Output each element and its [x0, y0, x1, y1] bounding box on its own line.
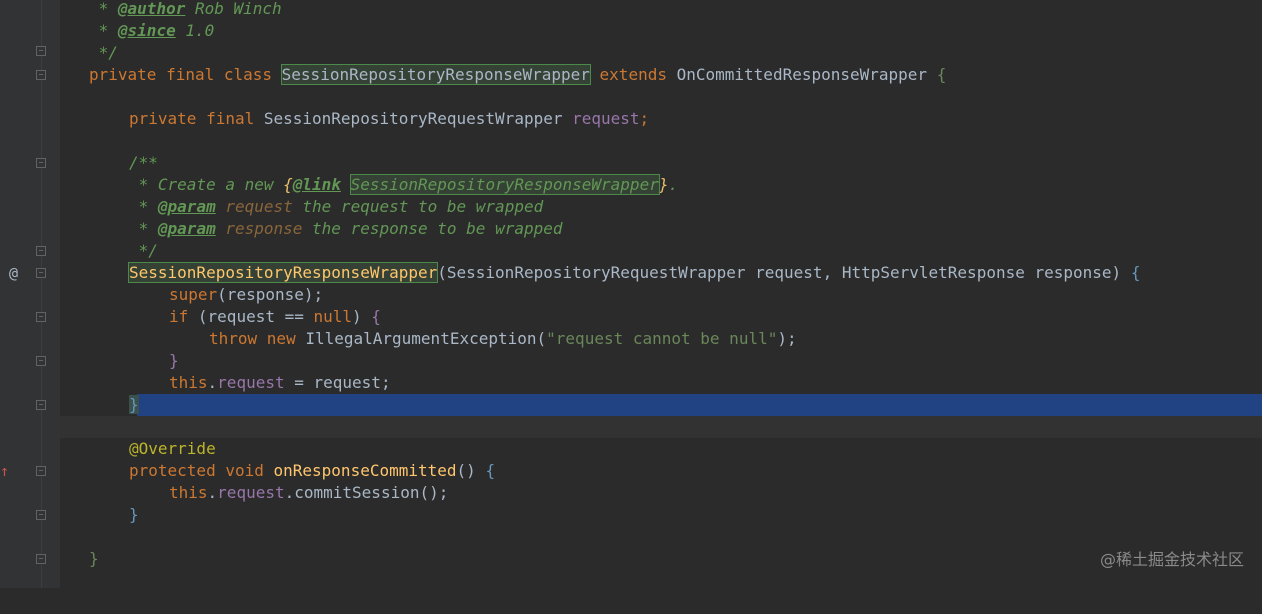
semicolon: ; — [639, 109, 650, 128]
doc-comment: * — [89, 0, 118, 18]
doc-param-tag: @param — [157, 197, 216, 216]
doc-comment: 1.0 — [175, 21, 215, 40]
class-name[interactable]: IllegalArgumentException — [305, 329, 536, 348]
annotation: @Override — [129, 439, 216, 458]
code-editor[interactable]: @ ↑ * @author Rob Winch * @since 1.0 */ … — [0, 0, 1262, 588]
keyword: throw new — [209, 329, 306, 348]
doc-comment: * Create a new — [129, 175, 284, 194]
brace: } — [89, 549, 99, 568]
watermark: @稀土掘金技术社区 — [1099, 550, 1244, 569]
keyword: private final class — [89, 65, 282, 84]
class-name-highlight[interactable]: SessionRepositoryResponseWrapper — [280, 64, 591, 85]
doc-comment: */ — [129, 241, 158, 260]
code-line: private final class SessionRepositoryRes… — [0, 64, 1262, 86]
code-line: @Override — [0, 438, 1262, 460]
keyword: this — [169, 483, 208, 502]
doc-comment — [341, 175, 351, 194]
code-line: this.request = request; — [0, 372, 1262, 394]
keyword: if — [169, 307, 198, 326]
brace: } — [129, 505, 139, 524]
base-class[interactable]: OnCommittedResponseWrapper — [677, 65, 937, 84]
code-line: * @param response the response to be wra… — [0, 218, 1262, 240]
doc-comment: * — [129, 219, 158, 238]
code-line: protected void onResponseCommitted() { — [0, 460, 1262, 482]
code-line: } — [0, 548, 1262, 570]
constructor-name[interactable]: SessionRepositoryResponseWrapper — [127, 262, 439, 283]
code-line: private final SessionRepositoryRequestWr… — [0, 108, 1262, 130]
doc-comment: . — [668, 175, 679, 194]
code-line: SessionRepositoryResponseWrapper(Session… — [0, 262, 1262, 284]
doc-comment: the request to be wrapped — [292, 197, 544, 216]
code-line: * @param request the request to be wrapp… — [0, 196, 1262, 218]
code-text: (response); — [217, 285, 324, 304]
keyword: private final — [129, 109, 264, 128]
field-name[interactable]: request — [572, 109, 639, 128]
constructor-params: (SessionRepositoryRequestWrapper request… — [437, 263, 1131, 282]
brace: } — [169, 351, 179, 370]
code-text: ) — [352, 307, 372, 326]
code-line: } — [0, 504, 1262, 526]
field-name[interactable]: request — [217, 373, 284, 392]
doc-link-reference[interactable]: SessionRepositoryResponseWrapper — [349, 174, 660, 195]
doc-comment: */ — [89, 43, 118, 62]
keyword: super — [169, 285, 218, 304]
doc-tag: @since — [117, 21, 176, 40]
brace: { — [371, 307, 381, 326]
doc-comment: * — [129, 197, 158, 216]
keyword: null — [313, 307, 353, 326]
code-line: * Create a new {@link SessionRepositoryR… — [0, 174, 1262, 196]
doc-param-name: request — [215, 197, 293, 216]
code-line: this.request.commitSession(); — [0, 482, 1262, 504]
code-line: * @since 1.0 — [0, 20, 1262, 42]
doc-tag: @author — [117, 0, 186, 18]
code-text: = request; — [284, 373, 391, 392]
string-literal: "request cannot be null" — [546, 329, 778, 348]
code-text: () — [456, 461, 486, 480]
type-name[interactable]: SessionRepositoryRequestWrapper — [264, 109, 572, 128]
code-text: . — [207, 483, 218, 502]
doc-comment: Rob Winch — [185, 0, 282, 18]
code-text: (request == — [197, 307, 314, 326]
code-text: . — [207, 373, 218, 392]
doc-comment: * — [89, 21, 118, 40]
code-line: */ — [0, 240, 1262, 262]
doc-brace: { — [283, 175, 293, 194]
code-line: super(response); — [0, 284, 1262, 306]
brace: { — [485, 461, 496, 480]
brace: { — [936, 65, 947, 84]
code-line: /** — [0, 152, 1262, 174]
method-name[interactable]: onResponseCommitted — [274, 461, 457, 480]
doc-link-tag: @link — [292, 175, 341, 194]
doc-comment: /** — [129, 153, 158, 172]
brace: } — [129, 395, 139, 414]
brace: { — [1130, 263, 1141, 282]
keyword: this — [169, 373, 208, 392]
code-area[interactable]: * @author Rob Winch * @since 1.0 */ priv… — [0, 0, 1262, 588]
doc-param-name: response — [215, 219, 303, 238]
keyword: protected void — [129, 461, 274, 480]
doc-param-tag: @param — [157, 219, 216, 238]
code-text: ); — [777, 329, 797, 348]
code-text: .commitSession(); — [284, 483, 449, 502]
code-line: } — [0, 394, 1262, 416]
field-name[interactable]: request — [217, 483, 284, 502]
code-line: * @author Rob Winch — [0, 0, 1262, 20]
code-line: if (request == null) { — [0, 306, 1262, 328]
code-text: ( — [536, 329, 547, 348]
code-line: } — [0, 350, 1262, 372]
doc-comment: the response to be wrapped — [302, 219, 563, 238]
code-line: throw new IllegalArgumentException("requ… — [0, 328, 1262, 350]
keyword: extends — [589, 65, 677, 84]
code-line: */ — [0, 42, 1262, 64]
